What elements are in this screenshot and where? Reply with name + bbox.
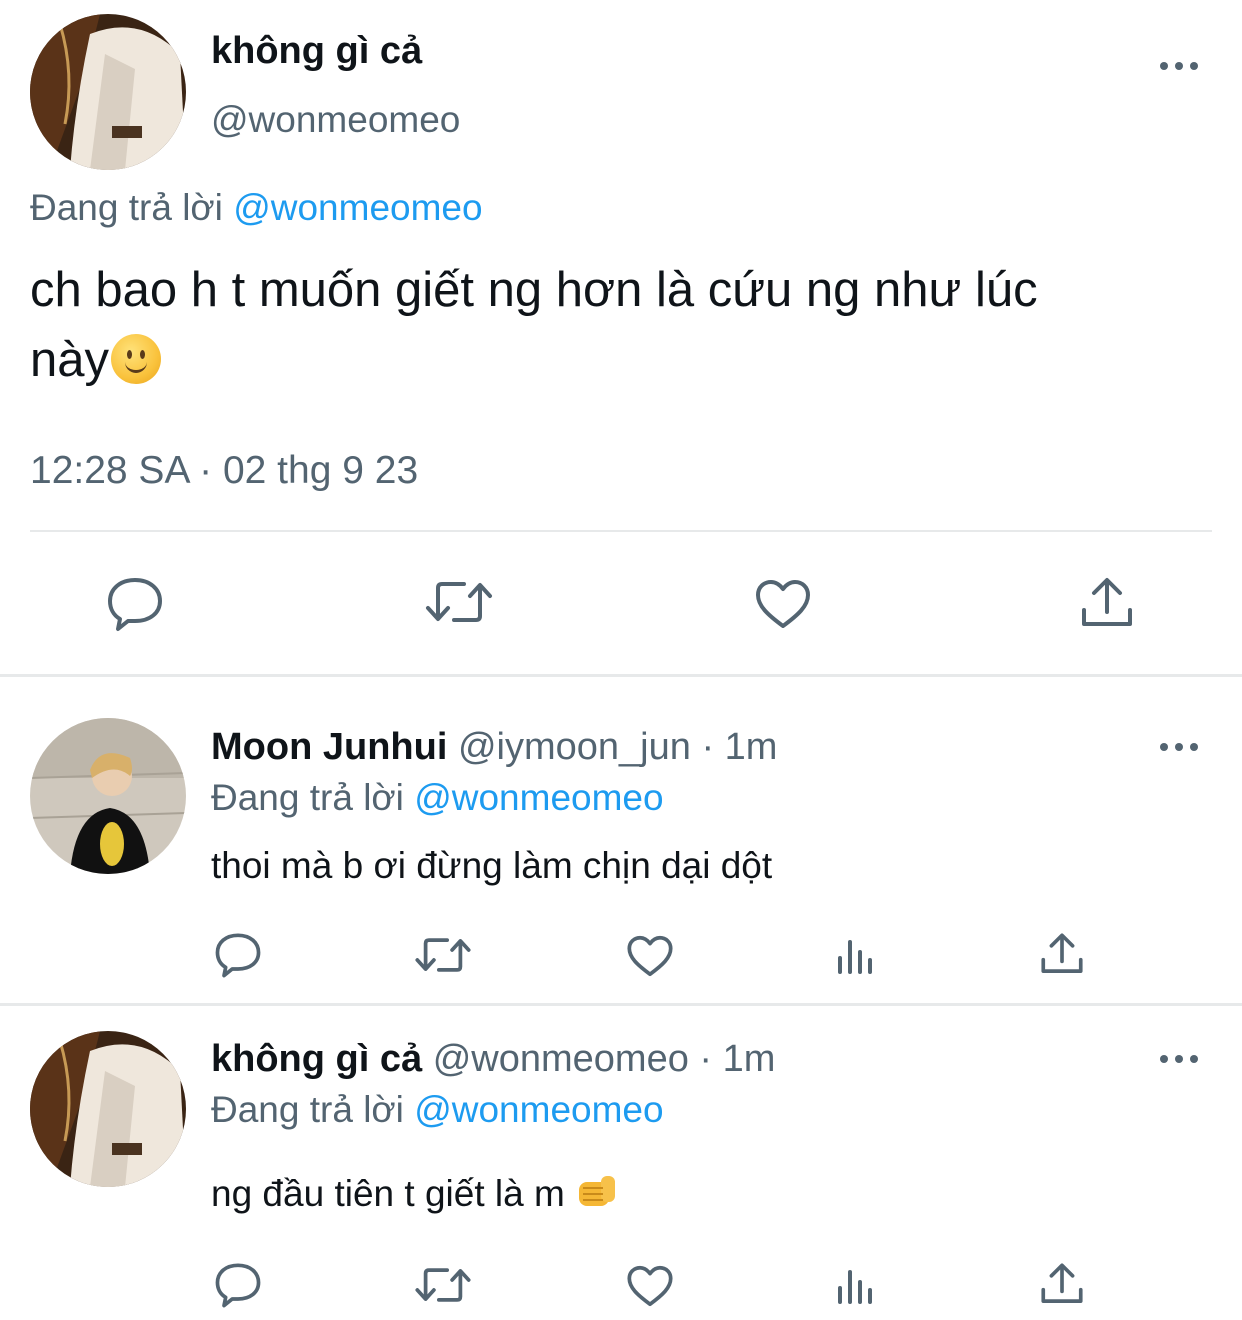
reply-handle[interactable]: @wonmeomeo <box>433 1038 689 1080</box>
reply-display-name[interactable]: không gì cả <box>211 1038 422 1080</box>
more-options-icon[interactable] <box>1160 1048 1200 1068</box>
main-avatar[interactable] <box>30 14 186 170</box>
like-icon[interactable] <box>626 1264 674 1308</box>
retweet-icon[interactable] <box>424 578 494 626</box>
replying-label: Đang trả lời <box>30 187 223 228</box>
replying-mention-link[interactable]: @wonmeomeo <box>233 187 482 228</box>
reply-time[interactable]: · 1m <box>699 1038 775 1080</box>
reply-text: thoi mà b ơi đừng làm chịn dại dột <box>211 845 773 886</box>
reply-header: không gì cả @wonmeomeo · 1m <box>211 1036 775 1082</box>
reply-icon[interactable] <box>214 1262 262 1308</box>
reply-header: Moon Junhui @iymoon_jun · 1m <box>211 724 777 770</box>
reply-display-name[interactable]: Moon Junhui <box>211 726 447 768</box>
main-replying-line: Đang trả lời @wonmeomeo <box>30 186 483 230</box>
main-tweet-text-line2: này <box>30 333 110 387</box>
replying-mention-link[interactable]: @wonmeomeo <box>414 1089 663 1130</box>
reply-avatar[interactable] <box>30 1031 186 1187</box>
views-icon[interactable] <box>836 1268 876 1306</box>
retweet-icon[interactable] <box>414 1265 472 1305</box>
main-display-name[interactable]: không gì cả <box>211 28 422 74</box>
retweet-icon[interactable] <box>414 935 472 975</box>
divider <box>0 674 1242 677</box>
share-icon[interactable] <box>1040 1262 1084 1306</box>
slightly-smiling-face-emoji <box>111 334 162 384</box>
views-icon[interactable] <box>836 938 876 976</box>
fist-emoji <box>575 1172 619 1222</box>
reply-text: ng đầu tiên t giết là m <box>211 1173 565 1214</box>
more-options-icon[interactable] <box>1160 736 1200 756</box>
reply-time[interactable]: · 1m <box>701 726 777 768</box>
reply-replying-line: Đang trả lời @wonmeomeo <box>211 776 664 820</box>
like-icon[interactable] <box>754 578 812 630</box>
main-tweet-text: ch bao h t muốn giết ng hơn là cứu ng nh… <box>30 262 1230 388</box>
main-tweet-text-line1: ch bao h t muốn giết ng hơn là cứu ng nh… <box>30 263 1038 317</box>
main-timestamp[interactable]: 12:28 SA · 02 thg 9 23 <box>30 448 418 494</box>
reply-replying-line: Đang trả lời @wonmeomeo <box>211 1088 664 1132</box>
more-options-icon[interactable] <box>1160 55 1200 75</box>
share-icon[interactable] <box>1080 576 1134 630</box>
replying-label: Đang trả lời <box>211 1089 404 1130</box>
main-handle[interactable]: @wonmeomeo <box>211 98 460 142</box>
reply-handle[interactable]: @iymoon_jun <box>458 726 691 768</box>
replying-mention-link[interactable]: @wonmeomeo <box>414 777 663 818</box>
like-icon[interactable] <box>626 934 674 978</box>
reply-avatar[interactable] <box>30 718 186 874</box>
reply-icon[interactable] <box>106 576 164 632</box>
divider <box>30 530 1212 532</box>
reply-text-line: ng đầu tiên t giết là m <box>211 1172 619 1222</box>
divider <box>0 1003 1242 1006</box>
reply-icon[interactable] <box>214 932 262 978</box>
replying-label: Đang trả lời <box>211 777 404 818</box>
share-icon[interactable] <box>1040 932 1084 976</box>
